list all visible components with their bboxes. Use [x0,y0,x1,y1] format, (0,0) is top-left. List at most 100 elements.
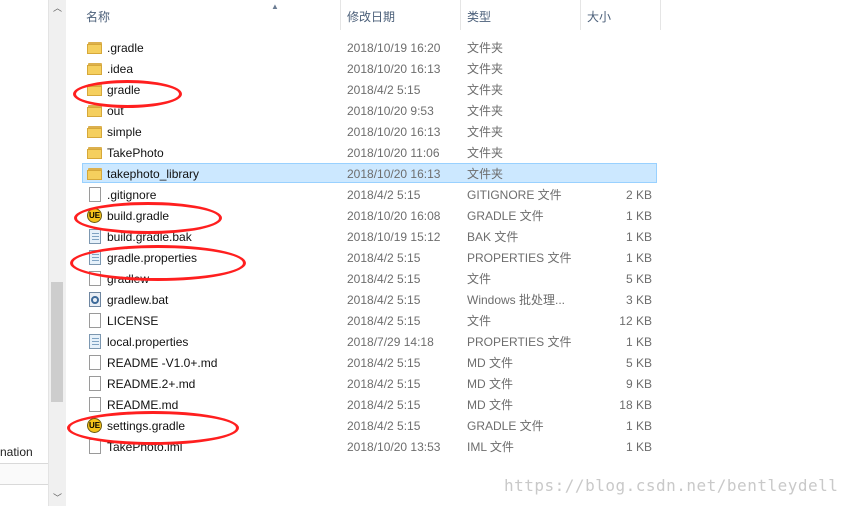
table-row[interactable]: TakePhoto.iml 2018/10/20 13:53 IML 文件 1 KB [82,436,657,456]
batch-file-icon [87,292,103,307]
file-name: takephoto_library [107,167,200,181]
file-type: Windows 批处理... [467,293,566,307]
file-date: 2018/4/2 5:15 [347,314,421,328]
table-row[interactable]: gradle.properties 2018/4/2 5:15 PROPERTIES… [82,247,657,267]
table-row[interactable]: LICENSE 2018/4/2 5:15 文件 12 KB [82,310,657,330]
file-type: 文件夹 [467,125,504,139]
file-icon [87,397,103,412]
folder-icon [87,61,103,76]
file-date: 2018/10/20 16:13 [347,62,441,76]
file-type: MD 文件 [467,398,513,412]
file-date: 2018/10/20 16:13 [347,167,441,181]
file-name: build.gradle [107,209,170,223]
nav-selected-item[interactable] [0,463,48,485]
table-row[interactable]: .gradle 2018/10/19 16:20 文件夹 [82,37,657,57]
navigation-pane: nation [0,0,48,506]
file-date: 2018/10/19 16:20 [347,41,441,55]
file-name: README -V1.0+.md [107,356,218,370]
ultraedit-icon: UE [87,208,103,223]
file-size: 3 KB [625,293,652,307]
file-size: 1 KB [625,335,652,349]
column-header-name[interactable]: 名称 [80,0,341,30]
file-type: 文件 [467,272,492,286]
file-name: LICENSE [107,314,159,328]
file-size: 5 KB [625,272,652,286]
file-size: 1 KB [625,440,652,454]
file-name: simple [107,125,142,139]
file-date: 2018/10/19 15:12 [347,230,441,244]
file-date: 2018/4/2 5:15 [347,419,421,433]
table-row[interactable]: .idea 2018/10/20 16:13 文件夹 [82,58,657,78]
file-size: 1 KB [625,419,652,433]
file-date: 2018/10/20 16:08 [347,209,441,223]
table-row[interactable]: build.gradle.bak 2018/10/19 15:12 BAK 文件 1 … [82,226,657,246]
file-size: 1 KB [625,230,652,244]
file-name: gradle.properties [107,251,198,265]
table-row[interactable]: simple 2018/10/20 16:13 文件夹 [82,121,657,141]
scroll-up-arrow-icon[interactable]: ︿ [49,2,66,14]
table-row[interactable]: .gitignore 2018/4/2 5:15 GITIGNORE 文件 2 KB [82,184,657,204]
file-name: .gitignore [107,188,157,202]
file-name: .idea [107,62,134,76]
config-file-icon [87,334,103,349]
file-type: GRADLE 文件 [467,209,544,223]
file-name: gradle [107,83,141,97]
column-header-date[interactable]: 修改日期 [341,0,461,30]
folder-icon [87,124,103,139]
table-row[interactable]: UE build.gradle 2018/10/20 16:08 GRADLE 文件 1… [82,205,657,225]
file-icon [87,187,103,202]
file-name: local.properties [107,335,189,349]
nav-scrollbar[interactable]: ︿ ﹀ [48,0,66,506]
file-type: 文件 [467,314,492,328]
file-type: GRADLE 文件 [467,419,544,433]
file-size: 2 KB [625,188,652,202]
table-row[interactable]: UE settings.gradle 2018/4/2 5:15 GRADLE 文件 1… [82,415,657,435]
column-header-size[interactable]: 大小 [581,0,661,30]
file-date: 2018/4/2 5:15 [347,377,421,391]
file-type: 文件夹 [467,83,504,97]
file-size: 12 KB [619,314,652,328]
file-type: BAK 文件 [467,230,519,244]
file-date: 2018/10/20 16:13 [347,125,441,139]
file-date: 2018/4/2 5:15 [347,398,421,412]
file-date: 2018/4/2 5:15 [347,272,421,286]
file-type: 文件夹 [467,41,504,55]
file-size: 9 KB [625,377,652,391]
column-header-type[interactable]: 类型 [461,0,581,30]
table-row[interactable]: gradlew.bat 2018/4/2 5:15 Windows 批处理... 3 … [82,289,657,309]
scroll-down-arrow-icon[interactable]: ﹀ [49,492,66,504]
table-row[interactable]: README -V1.0+.md 2018/4/2 5:15 MD 文件 5 KB [82,352,657,372]
folder-icon [87,40,103,55]
file-date: 2018/4/2 5:15 [347,83,421,97]
file-name: TakePhoto.iml [107,440,183,454]
file-size: 1 KB [625,209,652,223]
file-type: 文件夹 [467,146,504,160]
folder-icon [87,166,103,181]
table-row[interactable]: README.2+.md 2018/4/2 5:15 MD 文件 9 KB [82,373,657,393]
table-row[interactable]: local.properties 2018/7/29 14:18 PROPERTIE… [82,331,657,351]
folder-icon [87,82,103,97]
file-type: PROPERTIES 文件 [467,251,572,265]
table-row[interactable]: TakePhoto 2018/10/20 11:06 文件夹 [82,142,657,162]
nav-item-label[interactable]: nation [0,445,33,459]
file-icon [87,355,103,370]
file-type: PROPERTIES 文件 [467,335,572,349]
file-type: MD 文件 [467,377,513,391]
file-date: 2018/10/20 13:53 [347,440,441,454]
file-date: 2018/10/20 11:06 [347,146,440,160]
file-type: 文件夹 [467,167,504,181]
table-row[interactable]: takephoto_library 2018/10/20 16:13 文件夹 [82,163,657,183]
file-name: gradlew.bat [107,293,169,307]
file-name: gradlew [107,272,150,286]
file-name: README.2+.md [107,377,196,391]
folder-icon [87,145,103,160]
file-name: TakePhoto [107,146,164,160]
table-row[interactable]: README.md 2018/4/2 5:15 MD 文件 18 KB [82,394,657,414]
file-date: 2018/4/2 5:15 [347,356,421,370]
table-row[interactable]: gradle 2018/4/2 5:15 文件夹 [82,79,657,99]
config-file-icon [87,229,103,244]
scrollbar-thumb[interactable] [51,282,63,402]
table-row[interactable]: out 2018/10/20 9:53 文件夹 [82,100,657,120]
table-row[interactable]: gradlew 2018/4/2 5:15 文件 5 KB [82,268,657,288]
file-date: 2018/4/2 5:15 [347,251,421,265]
